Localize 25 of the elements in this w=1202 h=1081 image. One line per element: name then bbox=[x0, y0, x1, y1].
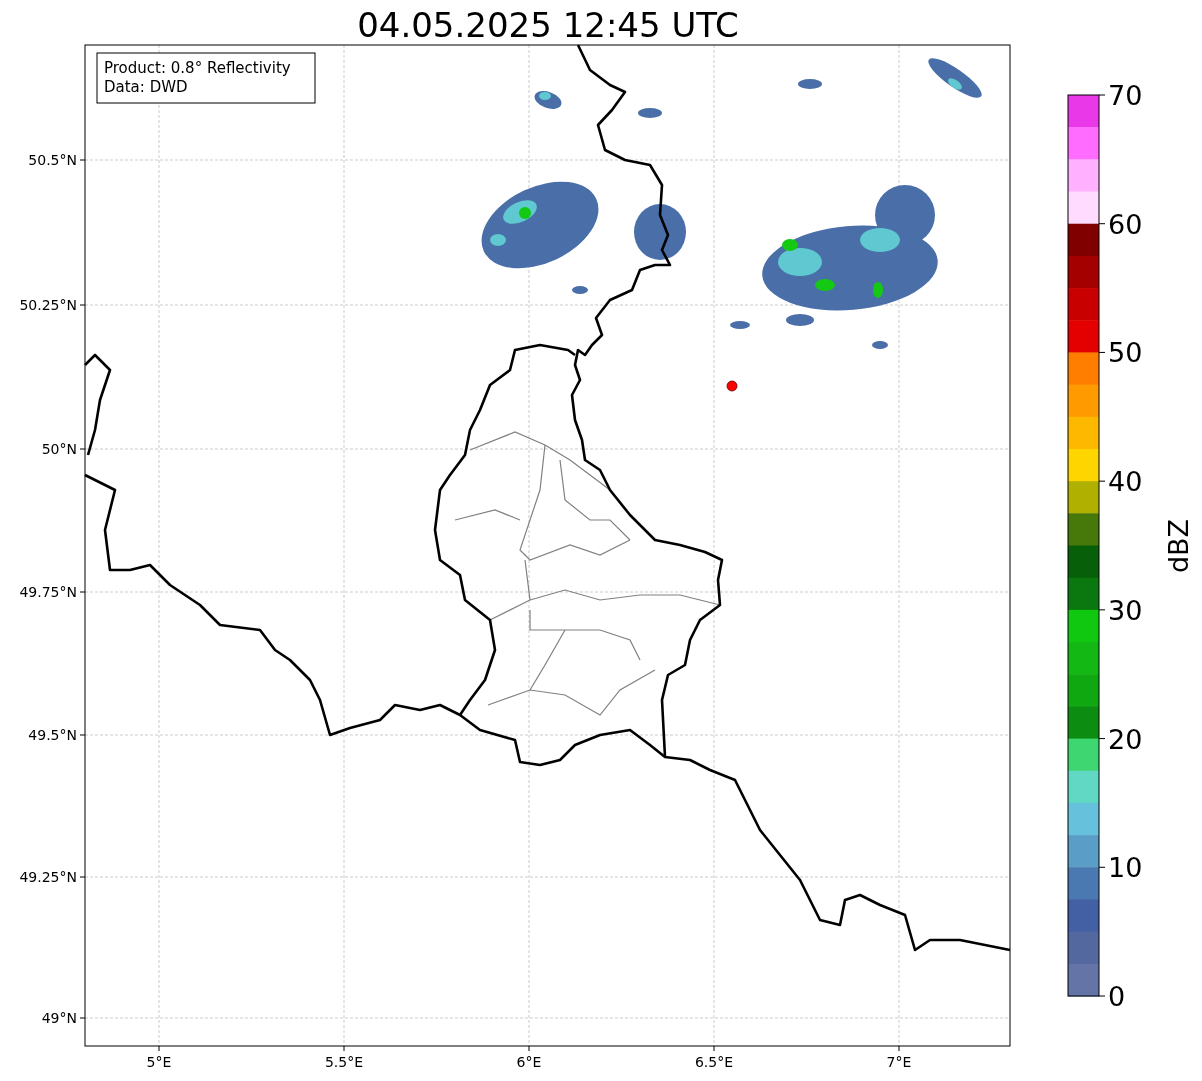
longitude-label: 5.5°E bbox=[324, 1054, 364, 1070]
latitude-label: 49.75°N bbox=[19, 584, 77, 600]
latitude-label: 49.5°N bbox=[28, 727, 77, 743]
latitude-label: 50.5°N bbox=[28, 152, 77, 168]
radar-site-marker bbox=[726, 380, 738, 392]
colorbar-tick-label: 20 bbox=[1108, 723, 1143, 755]
colorbar-tick-label: 30 bbox=[1108, 594, 1143, 626]
colorbar-tick-label: 40 bbox=[1108, 466, 1143, 498]
map-title: 04.05.2025 12:45 UTC bbox=[357, 5, 739, 45]
colorbar-axis-label: dBZ bbox=[1163, 518, 1194, 574]
colorbar-tick-label: 50 bbox=[1108, 337, 1143, 369]
latitude-label: 49.25°N bbox=[19, 869, 77, 885]
longitude-label: 7°E bbox=[886, 1054, 912, 1070]
latitude-label: 50.25°N bbox=[19, 297, 77, 313]
longitude-label: 6.5°E bbox=[694, 1054, 734, 1070]
colorbar-tick-label: 70 bbox=[1108, 80, 1143, 111]
latitude-label: 50°N bbox=[41, 441, 77, 457]
colorbar-tick-label: 60 bbox=[1108, 208, 1143, 240]
info-text: Product: 0.8° Reflectivity bbox=[104, 59, 291, 77]
longitude-label: 6°E bbox=[516, 1054, 542, 1070]
longitude-label: 5°E bbox=[146, 1054, 172, 1070]
colorbar-tick-label: 0 bbox=[1108, 981, 1126, 1012]
colorbar-tick-label: 10 bbox=[1108, 852, 1143, 884]
latitude-label: 49°N bbox=[41, 1010, 77, 1026]
info-text: Data: DWD bbox=[104, 78, 188, 96]
